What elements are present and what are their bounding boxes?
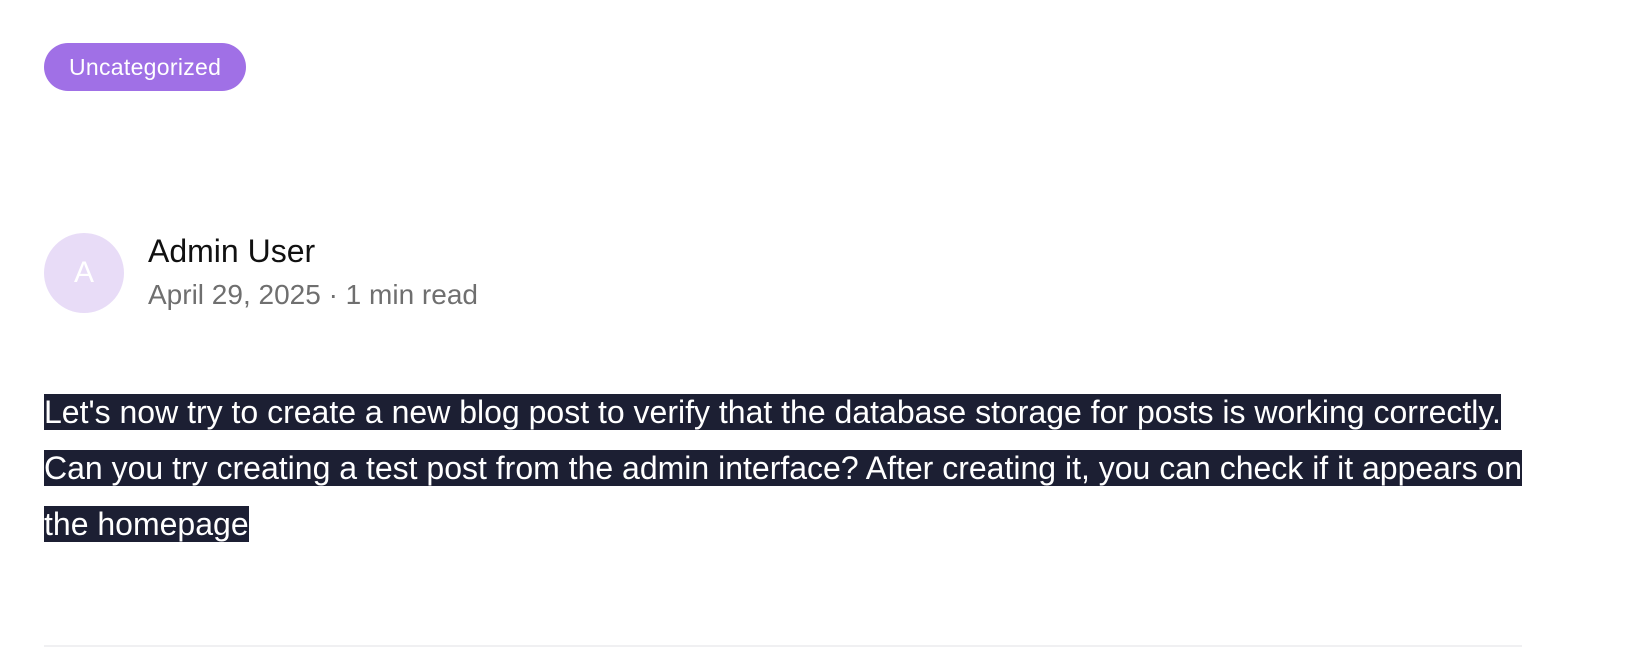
avatar-initial: A <box>73 256 94 289</box>
category-badge[interactable]: Uncategorized <box>44 43 247 91</box>
author-meta: Admin User April 29, 2025 · 1 min read <box>148 231 478 315</box>
divider <box>44 645 1522 647</box>
author-block: A Admin User April 29, 2025 · 1 min read <box>44 231 478 315</box>
post-meta: April 29, 2025 · 1 min read <box>148 279 478 310</box>
selected-text: Let's now try to create a new blog post … <box>44 394 1523 542</box>
post-body: Let's now try to create a new blog post … <box>44 384 1524 552</box>
avatar: A <box>44 233 124 313</box>
author-name: Admin User <box>148 233 316 269</box>
